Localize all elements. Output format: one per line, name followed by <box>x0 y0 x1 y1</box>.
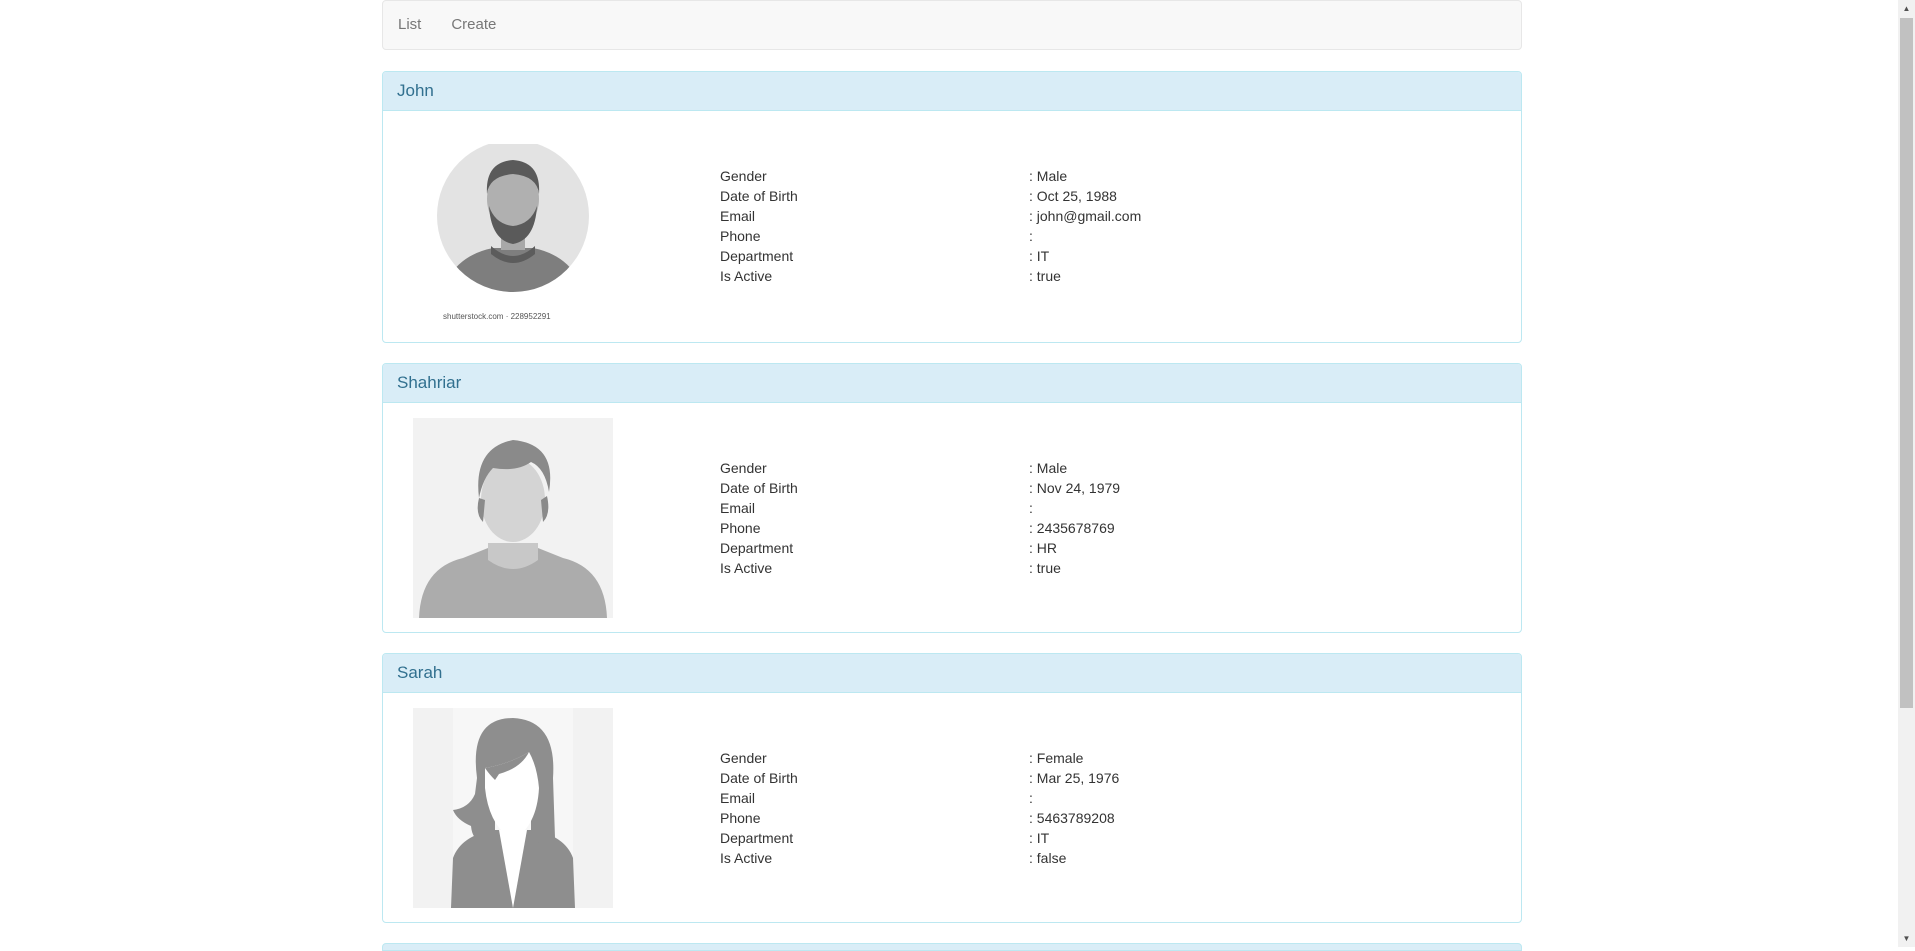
employee-panel: Sarah Gender : Female Date of Birth : Mar … <box>382 653 1522 923</box>
phone-value: : <box>1029 228 1033 244</box>
department-value: : HR <box>1029 540 1057 556</box>
department-label: Department <box>720 540 794 556</box>
scrollbar-thumb[interactable] <box>1900 18 1913 708</box>
employee-panel-body: Gender : Male Date of Birth : Nov 24, 1979… <box>383 403 1521 633</box>
is-active-value: : true <box>1029 560 1061 576</box>
avatar-man-icon <box>413 418 613 618</box>
dob-value: : Oct 25, 1988 <box>1029 188 1117 204</box>
dob-value: : Mar 25, 1976 <box>1029 770 1120 786</box>
vertical-scrollbar[interactable]: ▲ ▼ <box>1898 0 1915 947</box>
avatar-woman-icon <box>413 708 613 908</box>
department-value: : IT <box>1029 248 1050 264</box>
phone-value: : 2435678769 <box>1029 520 1115 536</box>
employee-details: Gender : Female Date of Birth : Mar 25, 19… <box>720 748 1320 868</box>
dob-label: Date of Birth <box>720 770 798 786</box>
gender-value: : Male <box>1029 460 1068 476</box>
top-navbar: List Create <box>382 0 1522 50</box>
down-arrow-icon[interactable]: ▼ <box>1898 930 1915 947</box>
department-value: : IT <box>1029 830 1050 846</box>
employee-details: Gender : Male Date of Birth : Oct 25, 1988… <box>720 166 1320 286</box>
email-label: Email <box>720 790 756 806</box>
dob-value: : Nov 24, 1979 <box>1029 480 1121 496</box>
employee-name-heading: John <box>383 72 1521 111</box>
employee-photo <box>413 708 613 908</box>
phone-label: Phone <box>720 228 761 244</box>
is-active-value: : true <box>1029 268 1061 284</box>
employee-name-heading: Sarah <box>383 654 1521 693</box>
page-container: List Create John shutterstock.com · 2289… <box>382 0 1522 923</box>
gender-label: Gender <box>720 750 767 766</box>
gender-value: : Male <box>1029 168 1068 184</box>
employee-panel: John shutterstock.com · 228952291 Gender… <box>382 71 1522 343</box>
is-active-label: Is Active <box>720 850 773 866</box>
email-value: : <box>1029 500 1033 516</box>
department-label: Department <box>720 248 794 264</box>
employee-details: Gender : Male Date of Birth : Nov 24, 1979… <box>720 458 1320 578</box>
dob-label: Date of Birth <box>720 188 798 204</box>
email-label: Email <box>720 500 756 516</box>
employee-photo: shutterstock.com · 228952291 <box>433 144 593 324</box>
employee-panel-body: Gender : Female Date of Birth : Mar 25, 19… <box>383 693 1521 923</box>
department-label: Department <box>720 830 794 846</box>
is-active-label: Is Active <box>720 560 773 576</box>
nav-list-link[interactable]: List <box>383 0 436 50</box>
is-active-value: : false <box>1029 850 1067 866</box>
phone-label: Phone <box>720 810 761 826</box>
gender-value: : Female <box>1029 750 1084 766</box>
gender-label: Gender <box>720 168 767 184</box>
employee-panel-body: shutterstock.com · 228952291 Gender : Mal… <box>383 111 1521 341</box>
phone-label: Phone <box>720 520 761 536</box>
employee-panel-partial <box>382 943 1522 951</box>
employee-photo <box>413 418 613 618</box>
email-value: : <box>1029 790 1033 806</box>
dob-label: Date of Birth <box>720 480 798 496</box>
is-active-label: Is Active <box>720 268 773 284</box>
gender-label: Gender <box>720 460 767 476</box>
phone-value: : 5463789208 <box>1029 810 1115 826</box>
avatar-man-beard-icon <box>437 144 589 292</box>
employee-name-heading: Shahriar <box>383 364 1521 403</box>
photo-credit: shutterstock.com · 228952291 <box>443 312 551 321</box>
email-value: : john@gmail.com <box>1029 208 1142 224</box>
up-arrow-icon[interactable]: ▲ <box>1898 0 1915 17</box>
nav-create-link[interactable]: Create <box>436 0 511 50</box>
email-label: Email <box>720 208 756 224</box>
employee-panel: Shahriar Gender : Male Date of Birth : Nov… <box>382 363 1522 633</box>
